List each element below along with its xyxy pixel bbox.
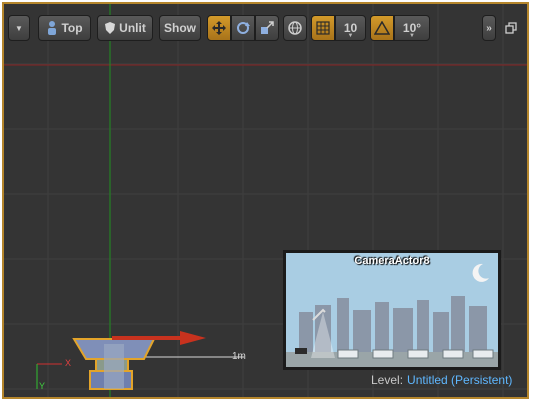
rotation-snap-toggle[interactable] <box>370 15 394 41</box>
axis-y-label: Y <box>39 381 46 391</box>
camera-preview-title: CameraActor8 <box>354 255 430 267</box>
grid-icon <box>316 21 330 35</box>
scale-tool-button[interactable] <box>255 15 279 41</box>
grid-snap-value-dropdown[interactable]: 10 ▼ <box>335 15 366 41</box>
perspective-person-icon <box>48 21 57 35</box>
scale-label: 1m <box>232 351 246 362</box>
globe-icon <box>288 21 302 35</box>
view-mode-label: Top <box>61 21 83 35</box>
chevron-down-icon: ▼ <box>15 23 23 33</box>
more-options-button[interactable]: » <box>482 15 496 41</box>
world-local-toggle[interactable] <box>283 15 307 41</box>
viewport-menu-button[interactable]: ▼ <box>8 15 30 41</box>
show-label: Show <box>164 21 196 35</box>
lighting-mode-button[interactable]: Unlit <box>97 15 153 41</box>
chevron-down-icon: ▼ <box>347 33 354 39</box>
axis-x-label: X <box>65 358 72 368</box>
rotate-tool-button[interactable] <box>231 15 255 41</box>
scale-icon <box>261 21 274 34</box>
move-arrows-icon <box>212 21 226 35</box>
level-name: Untitled (Persistent) <box>407 373 513 387</box>
rotate-icon <box>237 22 250 34</box>
translate-tool-button[interactable] <box>207 15 231 41</box>
viewport-toolbar: ▼ Top Unlit Show 10 ▼ 10° ▼ » <box>8 15 523 43</box>
camera-preview-image <box>286 253 498 367</box>
double-chevron-icon: » <box>486 22 492 34</box>
restore-window-icon <box>505 22 517 34</box>
level-label: Level: <box>371 373 404 387</box>
shield-icon <box>105 22 116 34</box>
selected-actor[interactable] <box>72 338 156 390</box>
grid-snap-toggle[interactable] <box>311 15 335 41</box>
show-button[interactable]: Show <box>159 15 201 41</box>
chevron-down-icon: ▼ <box>409 33 415 39</box>
camera-preview: CameraActor8 <box>283 250 501 370</box>
rotation-snap-value-dropdown[interactable]: 10° ▼ <box>394 15 430 41</box>
view-mode-button[interactable]: Top <box>38 15 91 41</box>
viewport[interactable]: 1m X Y ▼ Top Unlit Show 10 ▼ 10° ▼ » Cam… <box>2 2 529 399</box>
triangle-angle-icon <box>374 21 390 35</box>
lighting-mode-label: Unlit <box>119 21 146 35</box>
maximize-viewport-button[interactable] <box>502 15 520 41</box>
level-indicator: Level: Untitled (Persistent) <box>371 373 512 387</box>
